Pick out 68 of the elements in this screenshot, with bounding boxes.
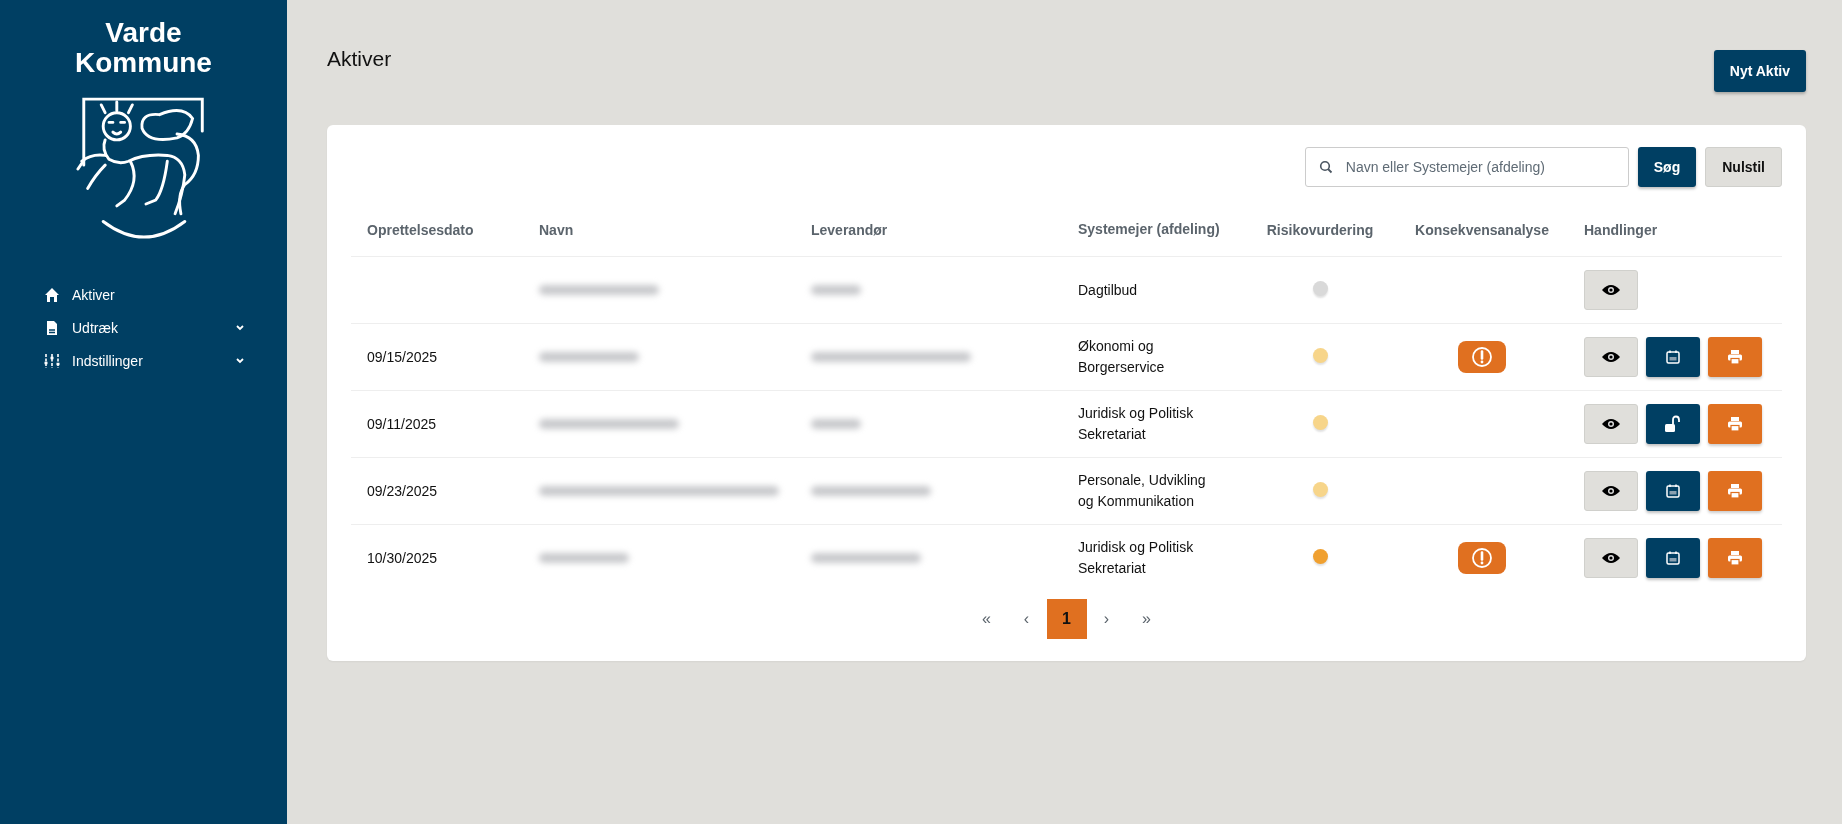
print-button[interactable] — [1708, 337, 1762, 377]
eye-icon — [1601, 283, 1621, 297]
nav-item[interactable]: Aktiver — [44, 280, 249, 309]
page-button[interactable]: 1 — [1046, 599, 1087, 639]
table-cell-text: Økonomi og Borgerservice — [1078, 337, 1166, 377]
table-cell: 09/15/2025 — [367, 349, 438, 365]
table-cell: 09/23/2025 — [367, 483, 438, 499]
logo-text: Varde Kommune — [75, 18, 212, 78]
calendar-button[interactable] — [1646, 538, 1700, 578]
column-header: Handlinger — [1584, 221, 1658, 238]
eye-icon — [1601, 551, 1621, 565]
page-button[interactable]: « — [966, 599, 1007, 639]
document-icon — [44, 319, 60, 336]
print-button[interactable] — [1708, 404, 1762, 444]
column-header: Navn — [539, 221, 574, 238]
eye-icon — [1601, 484, 1621, 498]
print-button[interactable] — [1708, 471, 1762, 511]
eye-icon — [1601, 417, 1621, 431]
search-field[interactable]: Navn eller Systemejer (afdeling) — [1304, 147, 1629, 187]
page-button[interactable]: › — [1086, 599, 1127, 639]
calendar-icon — [1665, 483, 1681, 499]
eye-icon — [1601, 350, 1621, 364]
column-header: Konsekvensanalyse — [1415, 221, 1549, 238]
table-cell-text: Juridisk og Politisk Sekretariat — [1078, 404, 1195, 444]
view-button[interactable] — [1584, 270, 1638, 310]
table-cell-text: Dagtilbud — [1078, 280, 1139, 300]
calendar-icon — [1665, 550, 1681, 566]
chevron-down-icon — [235, 356, 245, 365]
sliders-icon — [44, 352, 60, 369]
view-button[interactable] — [1584, 471, 1638, 511]
unlock-button[interactable] — [1646, 404, 1700, 444]
reset-button[interactable]: Nulstil — [1705, 147, 1782, 187]
printer-icon — [1727, 416, 1743, 432]
warning-button[interactable] — [1458, 341, 1506, 373]
calendar-icon — [1665, 349, 1681, 365]
search-button[interactable]: Søg — [1637, 147, 1697, 187]
printer-icon — [1727, 550, 1743, 566]
warning-button[interactable] — [1458, 542, 1506, 574]
column-header: Leverandør — [811, 221, 888, 238]
chevron-down-icon — [235, 323, 245, 332]
new-asset-button[interactable]: Nyt Aktiv — [1713, 49, 1806, 92]
redacted-text — [811, 419, 861, 429]
column-header: Risikovurdering — [1266, 221, 1374, 238]
view-button[interactable] — [1584, 538, 1638, 578]
page-button[interactable]: ‹ — [1006, 599, 1047, 639]
printer-icon — [1727, 483, 1743, 499]
redacted-text — [811, 285, 861, 295]
page-button[interactable]: » — [1126, 599, 1167, 639]
column-header: Systemejer (afdeling) — [1078, 220, 1218, 239]
nav-item[interactable]: Udtræk — [44, 313, 249, 342]
table-cell: 09/11/2025 — [367, 416, 437, 432]
calendar-button[interactable] — [1646, 471, 1700, 511]
search-icon — [1318, 160, 1333, 174]
calendar-button[interactable] — [1646, 337, 1700, 377]
print-button[interactable] — [1708, 538, 1762, 578]
home-icon — [44, 286, 60, 303]
view-button[interactable] — [1584, 404, 1638, 444]
page-title: Aktiver — [327, 46, 392, 71]
nav-item[interactable]: Indstillinger — [44, 346, 249, 375]
column-header: Oprettelsesdato — [367, 221, 474, 238]
open-padlock-icon — [1664, 415, 1682, 433]
view-button[interactable] — [1584, 337, 1638, 377]
printer-icon — [1727, 349, 1743, 365]
warning-icon — [1471, 346, 1493, 368]
table-cell-text: Juridisk og Politisk Sekretariat — [1078, 538, 1195, 578]
table-cell-text: Personale, Udvikling og Kommunikation — [1078, 471, 1207, 511]
table-cell: 10/30/2025 — [367, 550, 438, 566]
warning-icon — [1471, 547, 1493, 569]
